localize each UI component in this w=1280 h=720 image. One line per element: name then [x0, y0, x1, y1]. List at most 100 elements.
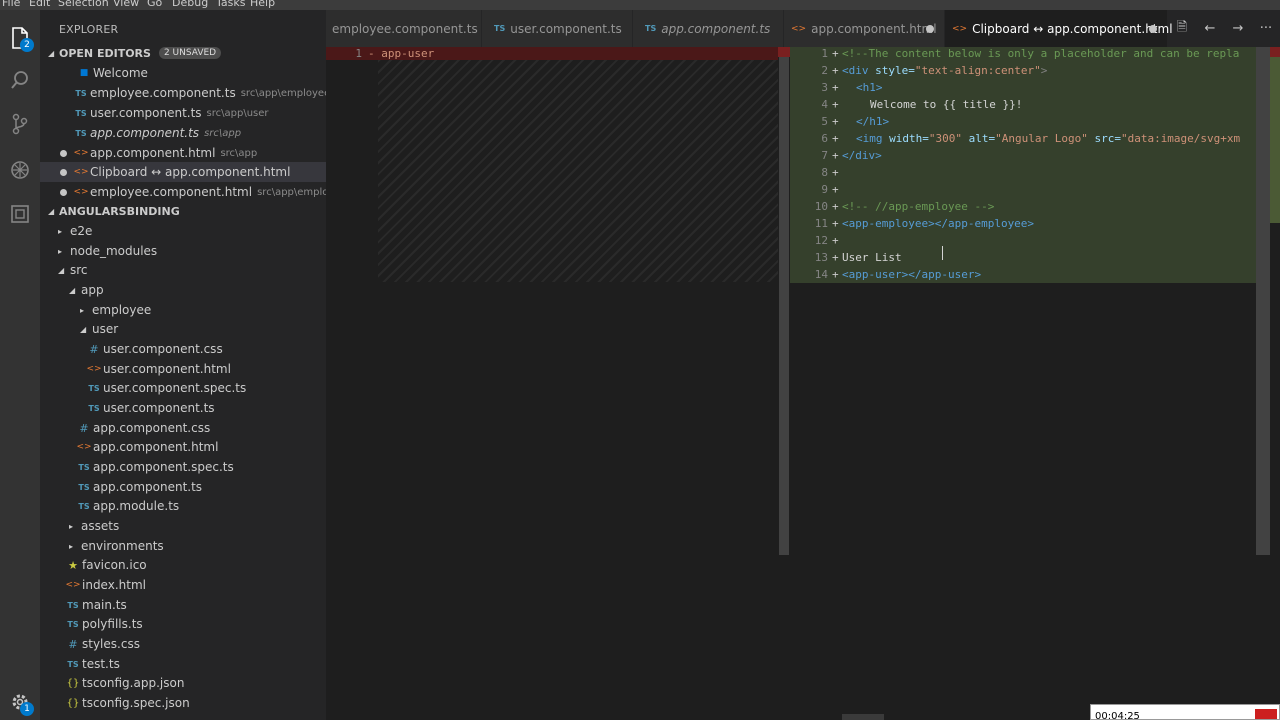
extensions-icon[interactable]	[6, 200, 34, 228]
tab-user-component-ts[interactable]: TS user.component.ts	[482, 10, 632, 47]
editor-actions: 🗎 ← → ···	[1168, 10, 1280, 47]
scrollbar-thumb[interactable]	[1256, 47, 1270, 555]
open-file-icon[interactable]: 🗎	[1168, 18, 1196, 40]
ts-icon: TS	[67, 600, 79, 610]
open-editor-item-active[interactable]: <> Clipboard ↔ app.component.html	[40, 162, 326, 182]
tree-file[interactable]: {} tsconfig.spec.json	[40, 693, 326, 713]
open-editor-item[interactable]: TS app.component.ts src\app	[40, 123, 326, 143]
tab-app-component-html[interactable]: <> app.component.html	[784, 10, 944, 47]
settings-gear-icon[interactable]: 1	[6, 688, 34, 716]
menu-file[interactable]: File	[2, 0, 20, 9]
tree-folder[interactable]: ▸ environments	[40, 536, 326, 556]
tree-folder[interactable]: ▸ assets	[40, 516, 326, 536]
open-editors-header[interactable]: ◢ OPEN EDITORS 2 UNSAVED	[40, 43, 326, 63]
tree-item-label: node_modules	[70, 244, 158, 258]
code-line-11: <app-employee></app-employee>	[842, 217, 1035, 230]
tree-file[interactable]: # app.component.css	[40, 418, 326, 438]
open-editor-name: Clipboard ↔ app.component.html	[90, 165, 291, 179]
more-actions-icon[interactable]: ···	[1252, 21, 1280, 36]
menu-debug[interactable]: Debug	[172, 0, 208, 9]
right-scrollbar[interactable]	[1256, 47, 1270, 720]
unsaved-dot-icon[interactable]	[60, 168, 67, 176]
tab-clipboard-diff[interactable]: <> Clipboard ↔ app.component.html	[945, 10, 1173, 47]
tree-folder[interactable]: ▸ node_modules	[40, 241, 326, 261]
recording-time: 00:04:25	[1095, 711, 1140, 720]
tree-file[interactable]: # styles.css	[40, 634, 326, 654]
tree-item-label: styles.css	[82, 637, 140, 651]
explorer-icon[interactable]: 2	[6, 24, 34, 52]
code-token: alt=	[961, 132, 996, 145]
tab-label: app.component.ts	[661, 21, 771, 36]
added-marker: +	[832, 234, 839, 247]
search-icon[interactable]	[6, 66, 34, 94]
unsaved-dot-icon[interactable]	[60, 149, 67, 157]
tree-file[interactable]: # user.component.css	[40, 339, 326, 359]
tree-folder[interactable]: ◢ user	[40, 319, 326, 339]
html-icon: <>	[952, 23, 968, 34]
menu-view[interactable]: View	[113, 0, 139, 9]
menu-selection[interactable]: Selection	[58, 0, 109, 9]
tree-item-label: tsconfig.app.json	[82, 676, 185, 690]
html-icon: <>	[76, 442, 92, 452]
tree-file[interactable]: TS user.component.spec.ts	[40, 378, 326, 398]
unsaved-dot-icon[interactable]	[926, 25, 934, 33]
menu-help[interactable]: Help	[250, 0, 275, 9]
added-marker: +	[832, 64, 839, 77]
tree-folder[interactable]: ◢ app	[40, 280, 326, 300]
menu-tasks[interactable]: Tasks	[216, 0, 245, 9]
scrollbar-thumb[interactable]	[779, 47, 789, 555]
open-editor-item[interactable]: TS user.component.ts src\app\user	[40, 103, 326, 123]
open-editor-item[interactable]: TS employee.component.ts src\app\employe…	[40, 83, 326, 103]
source-control-icon[interactable]	[6, 110, 34, 138]
tree-folder[interactable]: ▸ e2e	[40, 221, 326, 241]
tree-file[interactable]: TS user.component.ts	[40, 398, 326, 418]
added-marker: +	[832, 115, 839, 128]
open-editor-item[interactable]: <> employee.component.html src\app\emplo…	[40, 182, 326, 202]
code-line-3: <h1>	[856, 81, 883, 94]
recording-overlay: 00:04:25	[1090, 704, 1280, 720]
open-editor-item[interactable]: ■ Welcome	[40, 63, 326, 83]
inserted-marker	[1270, 47, 1280, 223]
tree-file[interactable]: TS main.ts	[40, 595, 326, 615]
tree-file[interactable]: <> user.component.html	[40, 359, 326, 379]
chevron-right-icon: ▸	[58, 226, 63, 236]
tab-label: employee.component.ts	[332, 21, 478, 36]
tree-file[interactable]: {} tsconfig.app.json	[40, 673, 326, 693]
code-line-2: <div style="text-align:center">	[842, 64, 1047, 77]
stop-recording-button[interactable]	[1255, 709, 1277, 719]
tree-file[interactable]: TS app.module.ts	[40, 496, 326, 516]
open-editor-name: user.component.ts	[90, 106, 202, 120]
tree-folder[interactable]: ◢ src	[40, 260, 326, 280]
tab-app-component-ts[interactable]: TS app.component.ts	[633, 10, 783, 47]
previous-change-icon[interactable]: ←	[1196, 21, 1224, 36]
json-icon: {}	[66, 697, 80, 709]
text-cursor	[942, 246, 943, 260]
menu-edit[interactable]: Edit	[29, 0, 50, 9]
tree-file[interactable]: TS polyfills.ts	[40, 614, 326, 634]
diff-right-pane[interactable]: 1 2 3 4 5 6 7 8 9 10 11 12 13 14 + + + +…	[790, 47, 1280, 720]
debug-icon[interactable]	[6, 156, 34, 184]
project-header[interactable]: ◢ ANGULARSBINDING	[40, 201, 326, 221]
tree-file[interactable]: <> app.component.html	[40, 437, 326, 457]
tab-employee-component-ts[interactable]: employee.component.ts	[326, 10, 481, 47]
menu-go[interactable]: Go	[147, 0, 162, 9]
code-token: "text-align:center"	[914, 64, 1041, 77]
next-change-icon[interactable]: →	[1224, 21, 1252, 36]
unsaved-dot-icon[interactable]	[1149, 25, 1157, 33]
tree-item-label: main.ts	[82, 598, 127, 612]
tree-file[interactable]: TS app.component.spec.ts	[40, 457, 326, 477]
tree-file[interactable]: TS app.component.ts	[40, 477, 326, 497]
open-editor-name: employee.component.html	[90, 185, 253, 199]
unsaved-dot-icon[interactable]	[60, 188, 67, 196]
tree-file[interactable]: ★ favicon.ico	[40, 555, 326, 575]
open-editor-item[interactable]: <> app.component.html src\app	[40, 143, 326, 163]
tree-item-label: app	[81, 283, 104, 297]
diff-left-pane[interactable]: 1 - app-user	[326, 47, 778, 720]
tree-file[interactable]: <> index.html	[40, 575, 326, 595]
tree-file[interactable]: TS test.ts	[40, 654, 326, 674]
tab-label: app.component.html	[811, 21, 937, 36]
chevron-down-icon: ◢	[58, 265, 65, 275]
horizontal-scrollbar-thumb[interactable]	[842, 714, 884, 720]
left-scrollbar[interactable]	[778, 47, 790, 720]
tree-folder[interactable]: ▸ employee	[40, 300, 326, 320]
